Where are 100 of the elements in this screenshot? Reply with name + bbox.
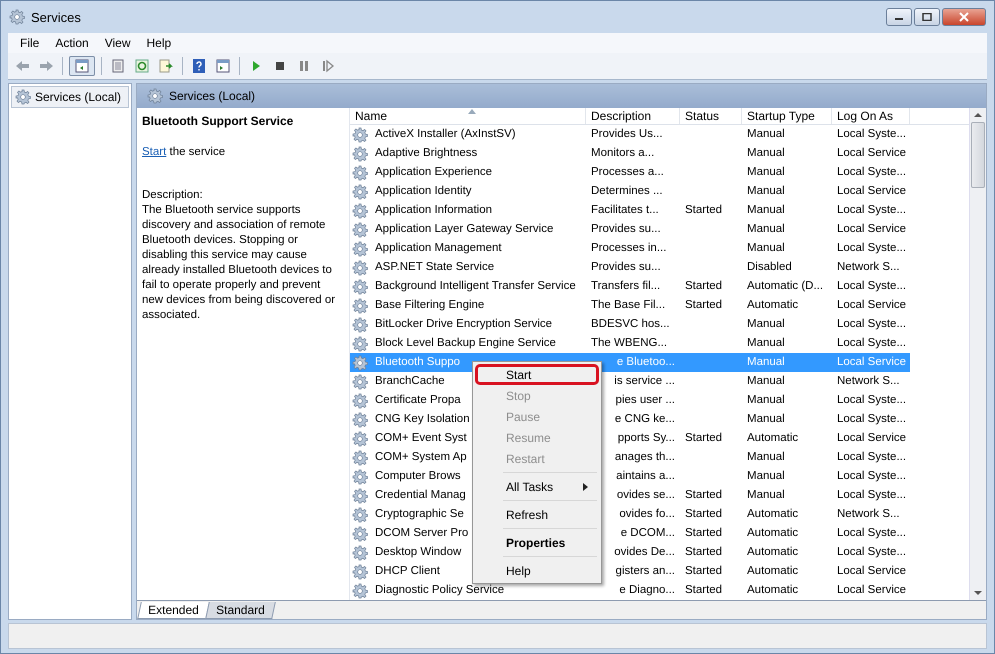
column-header[interactable]: Description [586,108,680,124]
service-name-cell-text: Diagnostic Policy Service [374,583,506,598]
menu-item[interactable]: All Tasks [475,476,599,497]
gear-icon [352,260,368,276]
description-cell-text: Monitors a... [590,146,656,161]
minimize-button[interactable] [886,8,912,26]
startup-type-cell-text: Manual [746,165,786,180]
startup-type-cell-text: Manual [746,146,786,161]
startup-type-cell-text: Manual [746,241,786,256]
description-cell-text: pies user ... [614,393,676,408]
service-name-cell-text: COM+ Event Syst [374,431,468,446]
log-on-as-cell-text: Local Syste... [836,203,908,218]
log-on-as-cell-text: Local Service [836,355,908,370]
gear-icon [352,564,368,580]
description-cell-text: ovides De... [613,545,676,560]
action-sentence: Start the service [142,146,226,158]
tree-panel-button[interactable] [69,56,95,76]
log-on-as-cell-text: Local Syste... [836,127,908,142]
menu-item[interactable]: Help [475,560,599,581]
service-name-cell-text: Adaptive Brightness [374,146,478,161]
log-on-as-cell-text: Local Syste... [836,526,908,541]
menu-item[interactable]: Properties [475,532,599,553]
view-tab[interactable]: Extended [137,602,210,619]
sort-arrow-icon [468,109,476,114]
service-name-cell-text: Credential Manag [374,488,467,503]
maximize-button[interactable] [914,8,940,26]
log-on-as-cell-text: Local Syste... [836,317,908,332]
menu-item[interactable]: Start [475,364,599,385]
description-cell-text: Processes a... [590,165,665,180]
service-name: Bluetooth Support Service [142,114,294,128]
service-name-cell-text: Certificate Propa [374,393,462,408]
description-cell-text: ovides fo... [618,507,676,522]
log-on-as-cell-text: Network S... [836,374,901,389]
log-on-as-cell-text: Local Syste... [836,488,908,503]
gear-icon [352,526,368,542]
log-on-as-cell-text: Local Syste... [836,545,908,560]
console-panel-icon [215,58,231,74]
menu-item[interactable]: Help [138,36,180,50]
column-header[interactable]: Name [350,108,586,124]
close-icon [959,12,969,22]
description-cell-text: Determines ... [590,184,664,199]
log-on-as-cell-text: Local Service [836,184,908,199]
gear-icon [352,240,368,256]
gear-icon [352,354,368,370]
gear-icon [352,430,368,446]
status-cell-text: Started [684,431,724,446]
startup-type-cell-text: Automatic [746,526,800,541]
export-icon [158,58,174,74]
gear-icon [352,506,368,522]
menu-item[interactable]: View [96,36,138,50]
startup-type-cell-text: Automatic [746,564,800,579]
scrollbar-track[interactable] [969,108,986,600]
tree-item[interactable]: Services (Local) [11,86,129,108]
service-name-cell-text: CNG Key Isolation [374,412,471,427]
gear-icon [147,88,163,104]
description-text: The Bluetooth service supports discovery and association of remote Bluetooth devices. Stopping or disabling this service may cause already installed Bluetooth devices to fail to operate properly and prevent new devices from being discovered or associated. [142,203,336,323]
startup-type-cell-text: Automatic (D... [746,279,824,294]
column-header[interactable]: Startup Type [742,108,832,124]
column-header[interactable]: Status [680,108,742,124]
column-header[interactable]: Log On As [832,108,910,124]
description-cell-text: pports Sy... [616,431,676,446]
description-cell-text: BDESVC hos... [590,317,671,332]
description-cell-text: Provides su... [590,260,662,275]
start-link[interactable]: Start [142,146,166,158]
log-on-as-cell-text: Local Service [836,146,908,161]
close-button[interactable] [942,8,986,26]
description-cell-text: ovides se... [616,488,676,503]
description-cell-text: aintains a... [615,469,676,484]
view-tab[interactable]: Standard [204,602,276,619]
service-name-cell-text: Application Identity [374,184,473,199]
submenu-arrow-icon [583,482,588,490]
gear-icon [352,146,368,162]
status-cell-text: Started [684,526,724,541]
service-name-cell-text: Application Information [374,203,493,218]
gear-icon [352,392,368,408]
startup-type-cell-text: Automatic [746,507,800,522]
startup-type-cell-text: Manual [746,393,786,408]
service-name-cell-text: Application Layer Gateway Service [374,222,554,237]
service-name-cell-text: Application Management [374,241,503,256]
menu-item[interactable]: File [12,36,48,50]
startup-type-cell-text: Manual [746,488,786,503]
menu-item[interactable]: Action [47,36,97,50]
service-name-cell-text: DCOM Server Pro [374,526,470,541]
log-on-as-cell-text: Local Service [836,298,908,313]
log-on-as-cell-text: Local Service [836,222,908,237]
log-on-as-cell-text: Local Syste... [836,393,908,408]
description-cell-text: Facilitates t... [590,203,660,218]
startup-type-cell-text: Manual [746,355,786,370]
status-cell-text: Started [684,564,724,579]
startup-type-cell-text: Manual [746,412,786,427]
scrollbar-thumb[interactable] [971,122,985,188]
description-cell-text: Transfers fil... [590,279,662,294]
log-on-as-cell-text: Local Syste... [836,279,908,294]
startup-type-cell-text: Manual [746,336,786,351]
startup-type-cell-text: Manual [746,469,786,484]
gear-icon [352,374,368,390]
startup-type-cell-text: Manual [746,450,786,465]
description-cell-text: The Base Fil... [590,298,666,313]
menu-item[interactable]: Refresh [475,504,599,525]
startup-type-cell-text: Automatic [746,431,800,446]
